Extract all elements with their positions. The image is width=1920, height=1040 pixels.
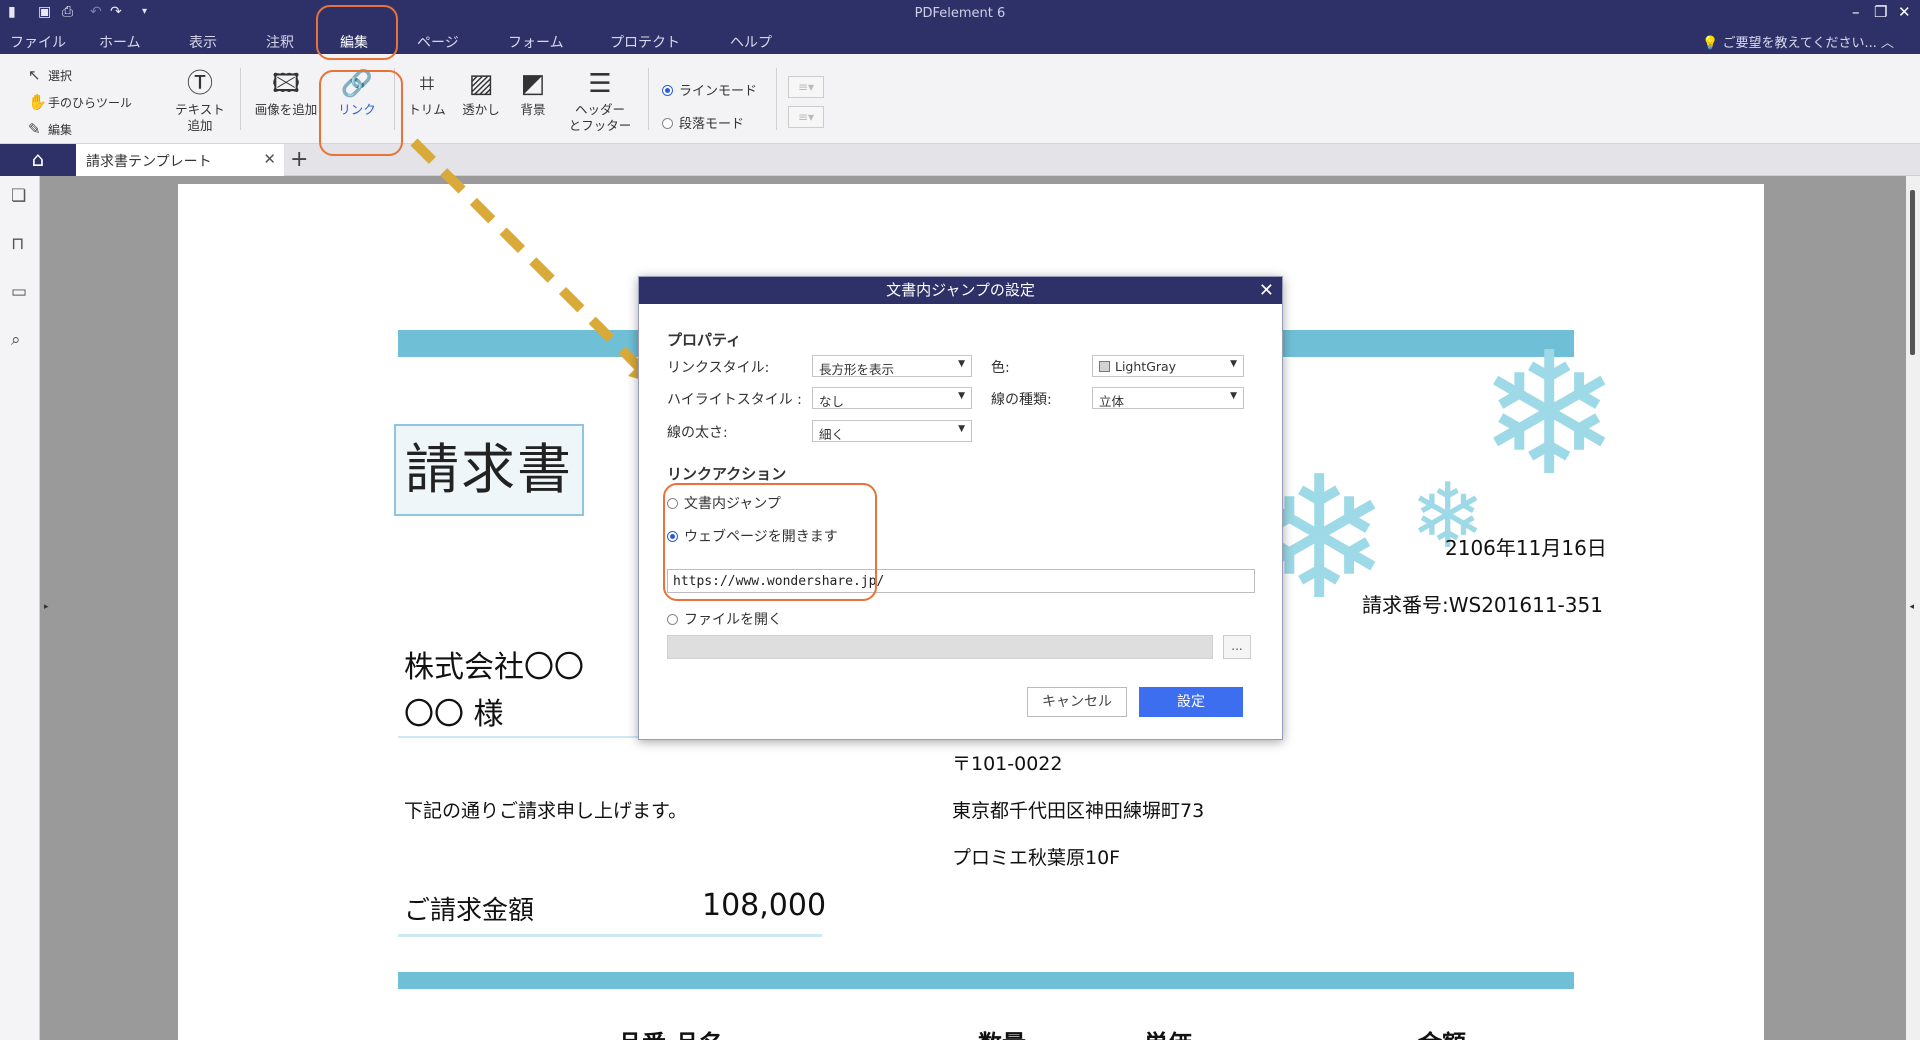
dropdown-arrow-icon: ▼ xyxy=(958,424,965,434)
dialog-title-bar: 文書内ジャンプの設定 ✕ xyxy=(639,277,1282,304)
radio-off-icon xyxy=(667,614,678,625)
dropdown-arrow-icon: ▼ xyxy=(1230,359,1237,369)
highlight-style-select[interactable]: なし ▼ xyxy=(812,387,972,409)
ok-button[interactable]: 設定 xyxy=(1139,687,1243,717)
open-file-radio[interactable]: ファイルを開く xyxy=(667,609,782,629)
line-type-select[interactable]: 立体 ▼ xyxy=(1092,387,1244,409)
link-action-highlight xyxy=(663,483,877,601)
link-action-heading: リンクアクション xyxy=(667,465,787,483)
color-swatch xyxy=(1099,361,1110,372)
link-style-label: リンクスタイル: xyxy=(667,360,770,376)
color-select[interactable]: LightGray ▼ xyxy=(1092,355,1244,377)
link-settings-dialog: 文書内ジャンプの設定 ✕ プロパティ リンクスタイル: 長方形を表示 ▼ 色: L… xyxy=(638,276,1283,740)
line-width-select[interactable]: 細く ▼ xyxy=(812,420,972,442)
dropdown-arrow-icon: ▼ xyxy=(958,359,965,369)
line-type-label: 線の種類: xyxy=(991,392,1052,408)
arrow-shaft xyxy=(410,138,644,372)
file-path-input[interactable] xyxy=(667,635,1213,659)
highlight-style-label: ハイライトスタイル : xyxy=(667,392,802,408)
dropdown-arrow-icon: ▼ xyxy=(1230,391,1237,401)
link-button-highlight xyxy=(319,70,403,156)
link-style-select[interactable]: 長方形を表示 ▼ xyxy=(812,355,972,377)
color-label: 色: xyxy=(991,360,1010,376)
dialog-close-icon[interactable]: ✕ xyxy=(1259,277,1274,304)
open-file-label: ファイルを開く xyxy=(684,612,782,628)
browse-button[interactable]: ... xyxy=(1223,635,1251,659)
properties-heading: プロパティ xyxy=(667,331,742,349)
link-style-value: 長方形を表示 xyxy=(819,362,895,377)
line-width-value: 細く xyxy=(819,427,845,442)
dropdown-arrow-icon: ▼ xyxy=(958,391,965,401)
line-type-value: 立体 xyxy=(1099,394,1125,409)
dialog-title: 文書内ジャンプの設定 xyxy=(886,281,1035,299)
cancel-button[interactable]: キャンセル xyxy=(1027,687,1127,717)
line-width-label: 線の太さ: xyxy=(667,425,728,441)
highlight-style-value: なし xyxy=(819,394,845,409)
color-value: LightGray xyxy=(1115,359,1177,374)
edit-menu-highlight xyxy=(316,5,398,60)
